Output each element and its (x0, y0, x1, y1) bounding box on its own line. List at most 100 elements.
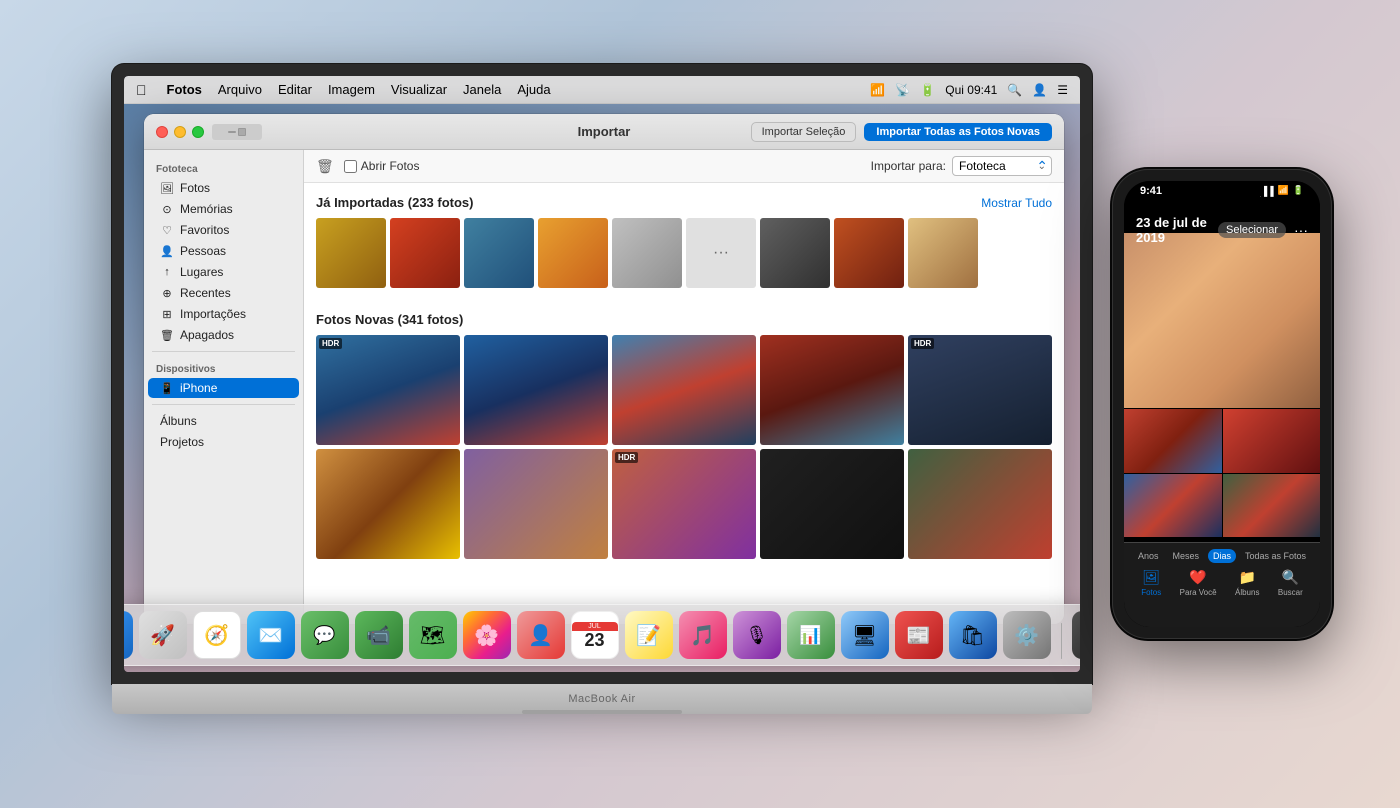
sidebar-item-lugares[interactable]: ↑ Lugares (148, 262, 299, 282)
hdr-badge-1: HDR (319, 338, 342, 349)
dock-appstore[interactable]: 🛍 (949, 611, 997, 659)
import-selection-button[interactable]: Importar Seleção (751, 122, 857, 142)
new-photo-7[interactable] (464, 449, 608, 559)
dock-calendar[interactable]: JUL 23 (571, 611, 619, 659)
import-to-select[interactable]: Fototeca (952, 156, 1052, 176)
iphone-nav-buscar[interactable]: 🔍 Buscar (1278, 569, 1303, 597)
dock-messages[interactable]: 💬 (301, 611, 349, 659)
airplay-icon: 📡 (895, 83, 910, 97)
dock-safari[interactable]: 🧭 (193, 611, 241, 659)
iphone-nav-fotos[interactable]: 🖼 Fotos (1141, 569, 1161, 597)
dock-keynote[interactable]: 🖥 (841, 611, 889, 659)
open-photos-checkbox[interactable] (344, 160, 357, 173)
traffic-lights (156, 126, 204, 138)
menu-imagem[interactable]: Imagem (328, 82, 375, 97)
iphone-icon: 📱 (160, 382, 174, 395)
iphone-photo-grid (1124, 409, 1320, 537)
dock-photos[interactable]: 🌸 (463, 611, 511, 659)
delete-icon[interactable]: 🗑 (316, 158, 334, 175)
new-photo-8[interactable]: HDR (612, 449, 756, 559)
search-icon[interactable]: 🔍 (1007, 83, 1022, 97)
sidebar-item-importacoes[interactable]: ⊞ Importações (148, 304, 299, 324)
iphone-nav-albuns[interactable]: 📁 Álbuns (1235, 569, 1259, 597)
dock-podcasts[interactable]: 🎙 (733, 611, 781, 659)
imported-photo-5[interactable] (612, 218, 682, 288)
maximize-button[interactable] (192, 126, 204, 138)
imported-photo-4[interactable] (538, 218, 608, 288)
new-photo-1[interactable]: HDR (316, 335, 460, 445)
open-photos-checkbox-label[interactable]: Abrir Fotos (344, 159, 420, 173)
dock-facetime[interactable]: 📹 (355, 611, 403, 659)
imported-photo-1[interactable] (316, 218, 386, 288)
minimize-button[interactable] (174, 126, 186, 138)
new-photo-2[interactable] (464, 335, 608, 445)
show-all-button[interactable]: Mostrar Tudo (981, 196, 1052, 210)
dock-contacts[interactable]: 👤 (517, 611, 565, 659)
close-button[interactable] (156, 126, 168, 138)
sidebar-item-apagados[interactable]: 🗑 Apagados (148, 325, 299, 345)
dispositivos-header: Dispositivos (144, 358, 303, 377)
iphone-time: 9:41 (1140, 185, 1162, 197)
new-photo-9[interactable] (760, 449, 904, 559)
iphone-nav-paravoc[interactable]: ❤️ Para Você (1180, 569, 1217, 597)
new-photo-4[interactable] (760, 335, 904, 445)
iphone-tab-todas[interactable]: Todas as Fotos (1240, 549, 1311, 563)
iphone-grid-photo-3[interactable] (1124, 474, 1222, 538)
menu-visualizar[interactable]: Visualizar (391, 82, 447, 97)
iphone-more-icon[interactable]: ··· (1294, 222, 1308, 238)
new-photo-10[interactable] (908, 449, 1052, 559)
menu-janela[interactable]: Janela (463, 82, 501, 97)
iphone-select-button[interactable]: Selecionar (1218, 222, 1286, 238)
import-all-button[interactable]: Importar Todas as Fotos Novas (864, 123, 1052, 141)
dock-news[interactable]: 📰 (895, 611, 943, 659)
imported-photo-8[interactable] (834, 218, 904, 288)
imported-photo-2[interactable] (390, 218, 460, 288)
iphone-grid-photo-2[interactable] (1223, 409, 1321, 473)
iphone-screen-content: 9:41 ▐▐▐▐ 📶 🔋 23 de jul de 2019 Selecion… (1124, 181, 1320, 627)
iphone-albuns-nav-icon: 📁 (1239, 569, 1256, 586)
sidebar-item-projetos[interactable]: Projetos (148, 432, 299, 452)
dock-numbers[interactable]: 📊 (787, 611, 835, 659)
menu-ajuda[interactable]: Ajuda (517, 82, 550, 97)
iphone-tab-anos[interactable]: Anos (1133, 549, 1164, 563)
dock-music[interactable]: 🎵 (679, 611, 727, 659)
dock-camera[interactable]: 📷 (1072, 611, 1081, 659)
dock-launchpad[interactable]: 🚀 (139, 611, 187, 659)
dock-notes[interactable]: 📝 (625, 611, 673, 659)
sidebar-item-recentes[interactable]: ⊕ Recentes (148, 283, 299, 303)
menu-editar[interactable]: Editar (278, 82, 312, 97)
macbook-base: MacBook Air (112, 684, 1092, 714)
sidebar-item-favoritos[interactable]: ♡ Favoritos (148, 220, 299, 240)
iphone-tab-dias[interactable]: Dias (1208, 549, 1236, 563)
dock-mail[interactable]: ✉️ (247, 611, 295, 659)
imported-photo-7[interactable] (760, 218, 830, 288)
imported-photo-10[interactable] (982, 218, 1052, 288)
apple-logo-icon[interactable]:  (136, 82, 147, 98)
import-to-select-wrapper[interactable]: Fototeca ⌃ (952, 156, 1052, 176)
iphone-grid-photo-4[interactable] (1223, 474, 1321, 538)
sidebar-item-pessoas[interactable]: 👤 Pessoas (148, 241, 299, 261)
import-to-section: Importar para: Fototeca ⌃ (871, 156, 1052, 176)
new-photo-3[interactable] (612, 335, 756, 445)
menu-arquivo[interactable]: Arquivo (218, 82, 262, 97)
dock-maps[interactable]: 🗺 (409, 611, 457, 659)
sidebar-item-memorias[interactable]: ⊙ Memórias (148, 199, 299, 219)
imported-more[interactable]: ··· (686, 218, 756, 288)
iphone-tab-meses[interactable]: Meses (1167, 549, 1204, 563)
sidebar-item-fotos[interactable]: 🖼 Fotos (148, 178, 299, 198)
dock-systemprefs[interactable]: ⚙️ (1003, 611, 1051, 659)
iphone-fotos-nav-label: Fotos (1141, 588, 1161, 597)
imported-photo-3[interactable] (464, 218, 534, 288)
new-photo-5[interactable]: HDR (908, 335, 1052, 445)
sidebar-item-iphone[interactable]: 📱 iPhone (148, 378, 299, 398)
new-photo-6[interactable] (316, 449, 460, 559)
imported-photo-9[interactable] (908, 218, 978, 288)
photos-window: Importar Importar Seleção Importar Todas… (144, 114, 1064, 624)
iphone-screen: 9:41 ▐▐▐▐ 📶 🔋 23 de jul de 2019 Selecion… (1124, 181, 1320, 627)
iphone-hero-photo[interactable] (1124, 233, 1320, 408)
dock-finder[interactable]: 🖥 (124, 611, 133, 659)
sidebar-item-albuns[interactable]: Álbuns (148, 411, 299, 431)
user-icon[interactable]: 👤 (1032, 83, 1047, 97)
iphone-grid-photo-1[interactable] (1124, 409, 1222, 473)
list-icon[interactable]: ☰ (1057, 83, 1068, 97)
